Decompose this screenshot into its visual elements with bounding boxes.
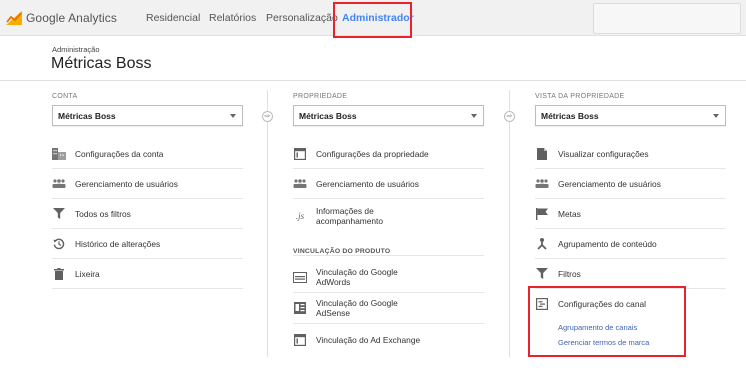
ad-exchange-linking-item[interactable]: Vinculação do Ad Exchange (293, 324, 484, 355)
property-column: PROPRIEDADE Métricas Boss Configurações … (293, 93, 484, 346)
header-divider (0, 80, 746, 81)
item-label: Agrupamento de conteúdo (558, 238, 657, 249)
account-user-management-item[interactable]: Gerenciamento de usuários (52, 169, 243, 199)
flag-icon (535, 207, 549, 221)
brand-name: Google Analytics (26, 11, 117, 25)
content-grouping-icon (535, 237, 549, 251)
account-selector[interactable] (593, 3, 741, 34)
view-filters-item[interactable]: Filtros (535, 259, 726, 289)
trash-icon (52, 267, 66, 281)
account-label: CONTA (52, 93, 78, 100)
adsense-linking-item[interactable]: Vinculação do Google AdSense (293, 293, 484, 324)
view-user-management-item[interactable]: Gerenciamento de usuários (535, 169, 726, 199)
arrow-right-icon: ⇨ (504, 111, 515, 122)
users-icon (535, 177, 549, 191)
item-label: Gerenciamento de usuários (75, 178, 178, 189)
item-label: Gerenciamento de usuários (558, 178, 661, 189)
property-user-management-item[interactable]: Gerenciamento de usuários (293, 169, 484, 199)
top-bar: Google Analytics Residencial Relatórios … (0, 0, 746, 36)
analytics-icon (6, 11, 22, 25)
item-label: Filtros (558, 268, 581, 279)
caret-down-icon (471, 114, 477, 118)
property-select[interactable]: Métricas Boss (293, 105, 484, 126)
users-icon (52, 177, 66, 191)
account-select[interactable]: Métricas Boss (52, 105, 243, 126)
view-label: VISTA DA PROPRIEDADE (535, 93, 625, 100)
nav-residencial[interactable]: Residencial (146, 12, 200, 24)
js-icon: .js (295, 211, 305, 221)
history-icon (52, 237, 66, 251)
building-icon (52, 147, 66, 161)
channel-grouping-link[interactable]: Agrupamento de canais (558, 323, 637, 332)
breadcrumb: Administração (52, 45, 100, 54)
section-divider (293, 255, 484, 256)
item-label: Configurações do canal (558, 299, 646, 309)
item-label: Todos os filtros (75, 208, 131, 219)
item-label: Vinculação do Google AdSense (316, 298, 398, 318)
users-icon (293, 177, 307, 191)
item-label: Lixeira (75, 268, 100, 279)
property-settings-icon (293, 147, 307, 161)
item-label: Vinculação do Google AdWords (316, 267, 398, 287)
property-settings-item[interactable]: Configurações da propriedade (293, 139, 484, 169)
item-label: Configurações da conta (75, 148, 164, 159)
channel-settings-item[interactable]: Configurações do canal (535, 289, 726, 319)
caret-down-icon (713, 114, 719, 118)
product-linking-heading: VINCULAÇÃO DO PRODUTO (293, 248, 391, 255)
item-label: Gerenciamento de usuários (316, 178, 419, 189)
content-grouping-item[interactable]: Agrupamento de conteúdo (535, 229, 726, 259)
adwords-linking-item[interactable]: Vinculação do Google AdWords (293, 262, 484, 293)
account-select-value: Métricas Boss (58, 111, 116, 121)
property-label: PROPRIEDADE (293, 93, 348, 100)
view-column: VISTA DA PROPRIEDADE Métricas Boss Visua… (535, 93, 726, 347)
nav-personalizacao[interactable]: Personalização (266, 12, 338, 24)
view-select-value: Métricas Boss (541, 111, 599, 121)
brand-terms-link[interactable]: Gerenciar termos de marca (558, 338, 649, 347)
nav-relatorios[interactable]: Relatórios (209, 12, 256, 24)
page-title: Métricas Boss (51, 55, 152, 72)
change-history-item[interactable]: Histórico de alterações (52, 229, 243, 259)
adwords-icon (293, 270, 307, 284)
adsense-icon (293, 301, 307, 315)
account-settings-item[interactable]: Configurações da conta (52, 139, 243, 169)
caret-down-icon (230, 114, 236, 118)
tracking-info-item[interactable]: .js Informações de acompanhamento (293, 199, 484, 233)
column-divider (267, 90, 268, 357)
nav-administrador[interactable]: Administrador (342, 12, 414, 24)
view-select[interactable]: Métricas Boss (535, 105, 726, 126)
property-select-value: Métricas Boss (299, 111, 357, 121)
trash-item[interactable]: Lixeira (52, 259, 243, 289)
goals-item[interactable]: Metas (535, 199, 726, 229)
ad-exchange-icon (293, 333, 307, 347)
document-icon (535, 147, 549, 161)
column-divider (509, 90, 510, 357)
filter-icon (52, 207, 66, 221)
item-label: Visualizar configurações (558, 148, 649, 159)
item-label: Histórico de alterações (75, 238, 161, 249)
item-label: Metas (558, 208, 581, 219)
item-label: Informações de acompanhamento (316, 206, 384, 226)
all-filters-item[interactable]: Todos os filtros (52, 199, 243, 229)
item-label: Vinculação do Ad Exchange (316, 334, 421, 345)
filter-icon (535, 267, 549, 281)
account-column: CONTA Métricas Boss Configurações da con… (52, 93, 243, 289)
view-settings-item[interactable]: Visualizar configurações (535, 139, 726, 169)
google-analytics-logo[interactable]: Google Analytics (6, 10, 117, 26)
arrow-right-icon: ⇨ (262, 111, 273, 122)
channel-settings-icon (535, 297, 549, 311)
item-label: Configurações da propriedade (316, 148, 429, 159)
